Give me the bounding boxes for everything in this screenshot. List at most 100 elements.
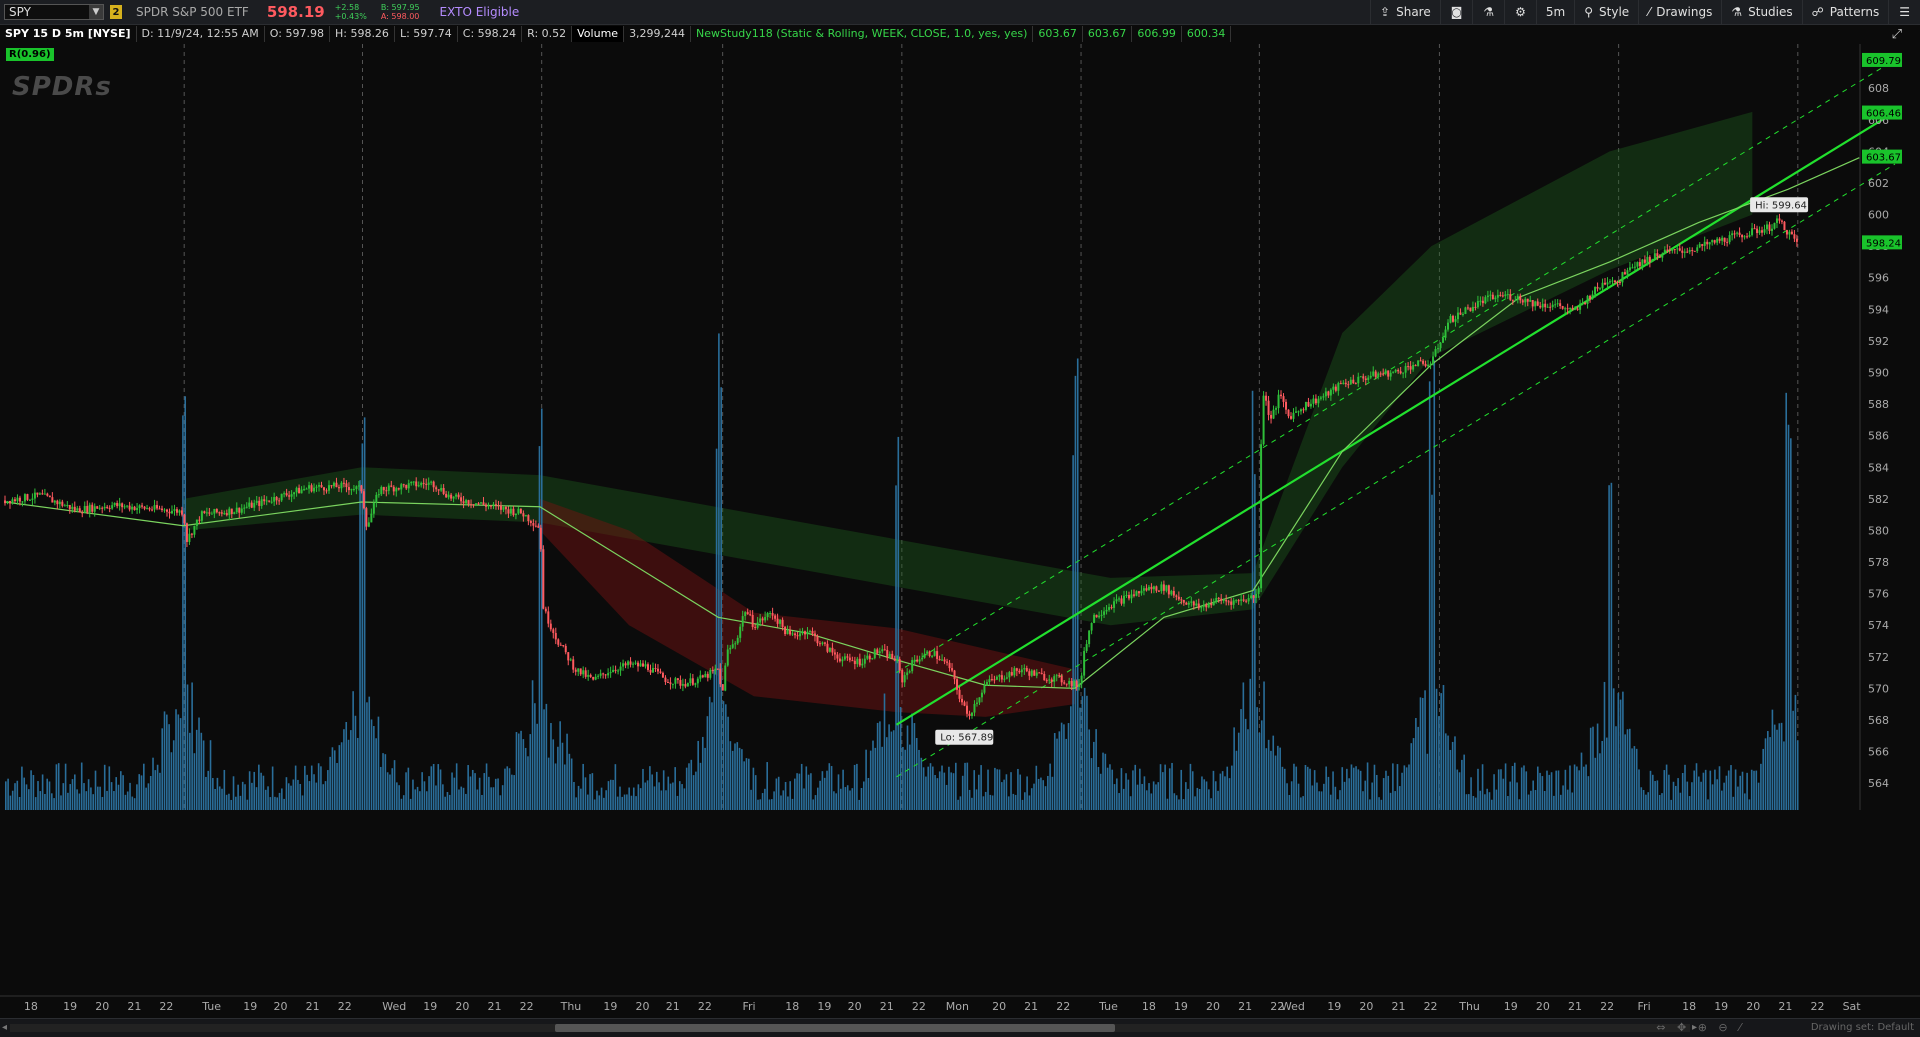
volume-bar bbox=[874, 747, 877, 810]
candle-body bbox=[1197, 603, 1200, 609]
symbol-selector[interactable]: SPY ▼ bbox=[4, 4, 104, 20]
volume-bar bbox=[1776, 729, 1778, 810]
volume-bar bbox=[892, 730, 895, 810]
volume-bar bbox=[386, 772, 389, 810]
candle-body bbox=[716, 668, 719, 670]
candle-body bbox=[1334, 386, 1337, 391]
candle-body bbox=[1559, 303, 1562, 307]
scroll-thumb[interactable] bbox=[555, 1024, 1115, 1032]
volume-bar bbox=[1546, 770, 1548, 810]
timeframe-button[interactable]: 5m bbox=[1535, 0, 1574, 24]
candle-body bbox=[442, 487, 445, 494]
volume-bar bbox=[522, 739, 525, 810]
candle-body bbox=[1095, 614, 1098, 618]
candle-body bbox=[1746, 236, 1749, 238]
flask-button[interactable]: ⚗ bbox=[1472, 0, 1504, 24]
patterns-button[interactable]: ☍ Patterns bbox=[1801, 0, 1889, 24]
volume-bar bbox=[115, 777, 118, 810]
volume-bar bbox=[1744, 793, 1746, 810]
volume-bar bbox=[536, 723, 538, 810]
volume-bar bbox=[458, 789, 460, 810]
candle-body bbox=[1599, 288, 1602, 290]
candle-body bbox=[961, 698, 964, 703]
expand-icon[interactable]: ⤢ bbox=[1892, 27, 1902, 42]
volume-bar bbox=[644, 782, 647, 810]
volume-bar bbox=[1334, 786, 1337, 810]
volume-bar bbox=[777, 776, 780, 810]
volume-bar bbox=[651, 774, 653, 810]
candle-body bbox=[1242, 599, 1245, 601]
candle-body bbox=[893, 658, 896, 661]
volume-bar bbox=[1732, 796, 1735, 810]
volume-bar bbox=[1428, 381, 1431, 810]
link-group-badge[interactable]: 2 bbox=[110, 5, 122, 19]
time-tick-label: 19 bbox=[243, 1000, 257, 1013]
volume-bar bbox=[688, 763, 690, 810]
candle-body bbox=[808, 630, 811, 632]
volume-bar bbox=[704, 747, 706, 810]
candle-body bbox=[1656, 253, 1659, 257]
candle-body bbox=[1574, 308, 1577, 310]
time-tick-label: 22 bbox=[698, 1000, 712, 1013]
volume-bar bbox=[34, 797, 37, 810]
drawing-set-label[interactable]: Drawing set: Default bbox=[1811, 1022, 1914, 1033]
price-chart[interactable]: 5645665685705725745765785805825845865885… bbox=[0, 44, 1920, 1018]
volume-bar bbox=[810, 773, 812, 810]
scroll-left-arrow[interactable]: ◂ bbox=[2, 1022, 7, 1033]
volume-bar bbox=[1594, 757, 1597, 810]
study-label[interactable]: NewStudy118 (Static & Rolling, WEEK, CLO… bbox=[691, 26, 1034, 42]
candle-body bbox=[1275, 408, 1278, 410]
drawings-button[interactable]: ⁄ Drawings bbox=[1638, 0, 1721, 24]
volume-bar bbox=[23, 777, 26, 810]
candle-body bbox=[1422, 360, 1425, 364]
volume-bar bbox=[531, 680, 534, 810]
candle-body bbox=[1524, 298, 1527, 303]
volume-bar bbox=[1240, 709, 1242, 810]
study-value-4: 600.34 bbox=[1182, 26, 1232, 42]
volume-bar bbox=[805, 766, 808, 810]
volume-bar bbox=[1283, 768, 1286, 810]
candle-body bbox=[437, 489, 440, 491]
candle-body bbox=[779, 619, 782, 624]
zoom-controls[interactable]: ⇔ ✥ ⊕ ⊖ ⁄ bbox=[1656, 1021, 1745, 1034]
exto-eligible-link[interactable]: EXTO Eligible bbox=[440, 5, 520, 19]
volume-bar bbox=[745, 758, 748, 810]
chevron-down-icon[interactable]: ▼ bbox=[89, 5, 103, 19]
style-button[interactable]: ⚲ Style bbox=[1574, 0, 1638, 24]
snapshot-button[interactable]: ◙ bbox=[1439, 0, 1473, 24]
candle-body bbox=[1464, 307, 1467, 314]
volume-bar bbox=[826, 770, 828, 810]
candle-body bbox=[323, 487, 326, 491]
studies-button[interactable]: ⚗ Studies bbox=[1721, 0, 1801, 24]
candle-body bbox=[1187, 602, 1190, 605]
volume-bar bbox=[138, 774, 141, 810]
volume-bar bbox=[25, 784, 28, 810]
volume-bar bbox=[1790, 438, 1792, 810]
volume-bar bbox=[1352, 767, 1355, 810]
volume-bar bbox=[1645, 794, 1647, 810]
candle-body bbox=[973, 703, 976, 713]
candle-body bbox=[1195, 603, 1198, 606]
volume-bar bbox=[849, 790, 851, 810]
candle-body bbox=[1716, 238, 1719, 243]
candle-body bbox=[1068, 680, 1071, 685]
volume-bar bbox=[1408, 764, 1410, 810]
candle-body bbox=[1384, 370, 1387, 374]
volume-bar bbox=[1684, 764, 1686, 810]
settings-button[interactable]: ⚙ bbox=[1504, 0, 1536, 24]
volume-bar bbox=[1272, 735, 1275, 810]
volume-bar bbox=[851, 788, 854, 810]
candle-body bbox=[116, 503, 119, 507]
volume-label[interactable]: Volume bbox=[572, 26, 625, 42]
volume-bar bbox=[483, 773, 486, 810]
share-button[interactable]: ⇪ Share bbox=[1370, 0, 1440, 24]
candle-body bbox=[1721, 237, 1724, 241]
volume-bar bbox=[577, 785, 580, 810]
menu-button[interactable]: ☰ bbox=[1888, 0, 1920, 24]
candle-body bbox=[1404, 366, 1407, 373]
candle-body bbox=[133, 506, 136, 511]
candle-body bbox=[691, 678, 694, 685]
candle-body bbox=[921, 657, 924, 660]
candle-body bbox=[1329, 389, 1332, 396]
symbol-description: SPDR S&P 500 ETF bbox=[136, 5, 249, 19]
